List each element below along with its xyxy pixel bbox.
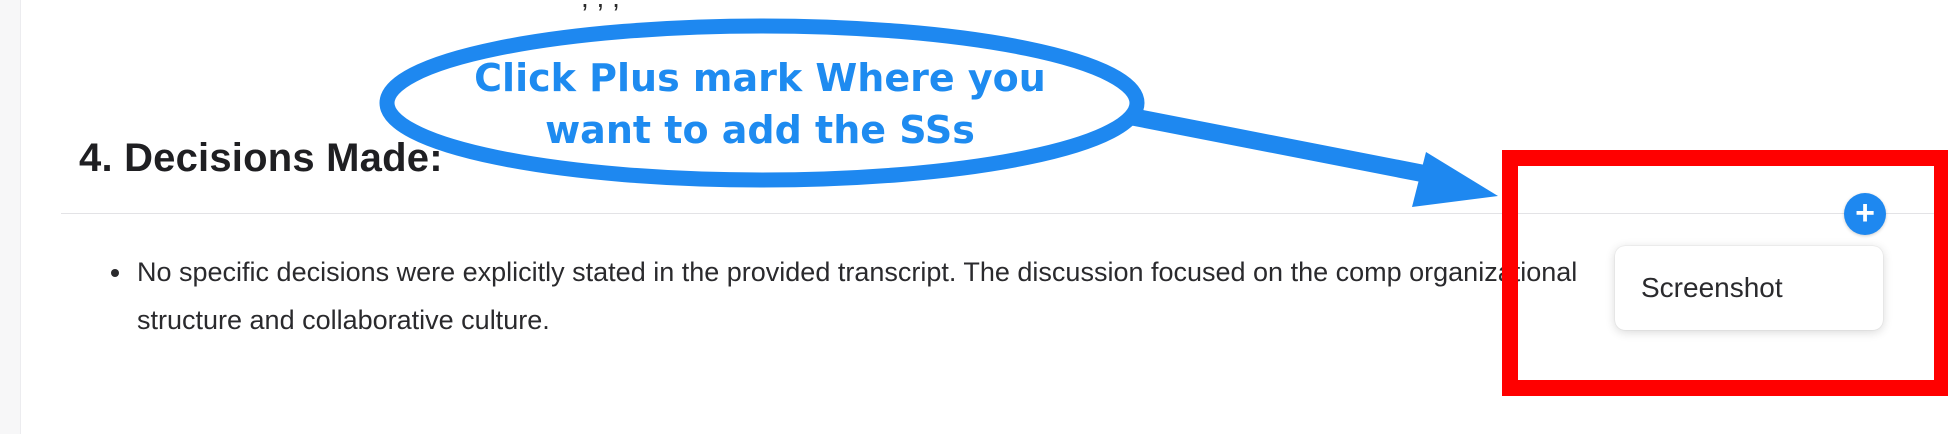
callout-text: Click Plus mark Where you want to add th… <box>390 52 1130 156</box>
callout-line-1: Click Plus mark Where you <box>474 56 1046 100</box>
plus-icon: + <box>1855 193 1875 232</box>
section-title: 4. Decisions Made: <box>79 136 443 180</box>
decisions-list: No specific decisions were explicitly st… <box>109 248 1669 344</box>
bullet-icon <box>111 269 119 277</box>
list-item-text: No specific decisions were explicitly st… <box>137 257 1578 335</box>
callout-line-2: want to add the SSs <box>545 108 975 152</box>
list-item: No specific decisions were explicitly st… <box>109 248 1669 344</box>
cut-off-text: , , , <box>581 0 620 14</box>
insert-menu: Screenshot <box>1615 246 1883 330</box>
add-block-button[interactable]: + <box>1844 193 1886 235</box>
menu-item-screenshot[interactable]: Screenshot <box>1615 272 1783 304</box>
